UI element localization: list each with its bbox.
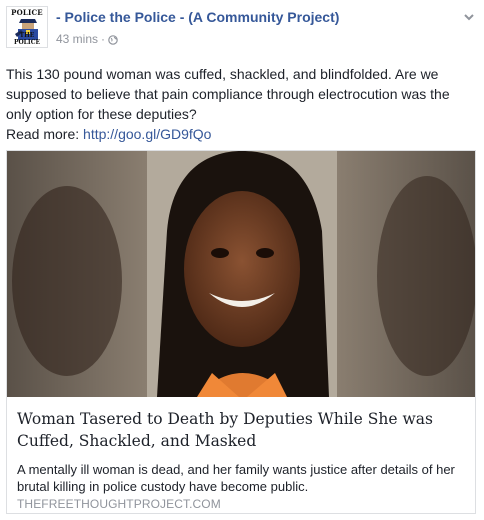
post-timestamp[interactable]: 43 mins: [56, 32, 98, 46]
link-preview-description: A mentally ill woman is dead, and her fa…: [17, 462, 455, 494]
page-name-link[interactable]: - Police the Police - (A Community Proje…: [56, 9, 339, 25]
meta-separator: ·: [101, 32, 106, 46]
read-more-link[interactable]: http://goo.gl/GD9fQo: [83, 126, 211, 142]
post-meta: 43 mins ·: [56, 32, 118, 46]
read-more-line: Read more: http://goo.gl/GD9fQo: [6, 124, 211, 144]
post-body-text: This 130 pound woman was cuffed, shackle…: [6, 66, 450, 122]
chevron-down-icon[interactable]: [462, 10, 476, 24]
globe-icon[interactable]: [108, 34, 118, 45]
post-header: POLICE THE POLICE - Police the Police - …: [6, 6, 478, 58]
link-preview-title[interactable]: Woman Tasered to Death by Deputies While…: [17, 408, 469, 452]
link-preview-card[interactable]: Woman Tasered to Death by Deputies While…: [6, 150, 476, 514]
facebook-post: POLICE THE POLICE - Police the Police - …: [0, 0, 484, 520]
link-preview-domain: THEFREETHOUGHTPROJECT.COM: [17, 497, 221, 511]
read-more-label: Read more:: [6, 126, 80, 142]
page-avatar[interactable]: POLICE THE POLICE: [6, 6, 48, 48]
avatar-bottom-text: THE POLICE: [13, 32, 41, 46]
link-preview-image[interactable]: [7, 151, 475, 397]
